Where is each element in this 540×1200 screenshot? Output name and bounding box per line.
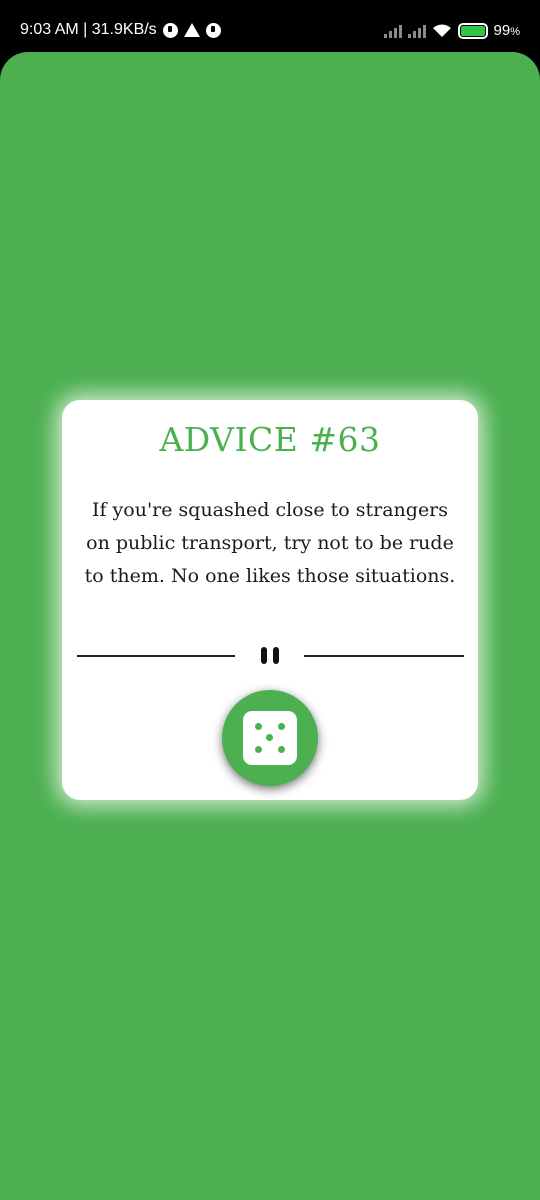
status-left: 9:03 AM | 31.9KB/s bbox=[20, 21, 221, 39]
divider-line-right bbox=[304, 655, 464, 657]
divider-line-left bbox=[77, 655, 235, 657]
battery-charging-icon bbox=[457, 22, 488, 39]
status-bar: 9:03 AM | 31.9KB/s 99% bbox=[0, 0, 540, 52]
signal-icon bbox=[407, 24, 426, 38]
advice-card: ADVICE #63 If you're squashed close to s… bbox=[62, 400, 478, 800]
data-saver-icon bbox=[205, 22, 221, 38]
dice-icon bbox=[243, 711, 297, 765]
battery-fill bbox=[460, 25, 485, 36]
data-saver-icon bbox=[162, 22, 178, 38]
wifi-icon bbox=[432, 24, 452, 38]
status-right: 99% bbox=[383, 22, 520, 39]
warning-icon bbox=[183, 23, 200, 37]
app-background: ADVICE #63 If you're squashed close to s… bbox=[0, 52, 540, 1200]
roll-dice-button[interactable] bbox=[222, 690, 318, 786]
pause-icon bbox=[257, 647, 283, 665]
advice-title: ADVICE #63 bbox=[159, 420, 381, 459]
advice-text: If you're squashed close to strangers on… bbox=[84, 499, 456, 587]
signal-icon bbox=[383, 24, 402, 38]
status-time-speed: 9:03 AM | 31.9KB/s bbox=[20, 21, 157, 38]
battery-percent: 99% bbox=[493, 22, 520, 39]
